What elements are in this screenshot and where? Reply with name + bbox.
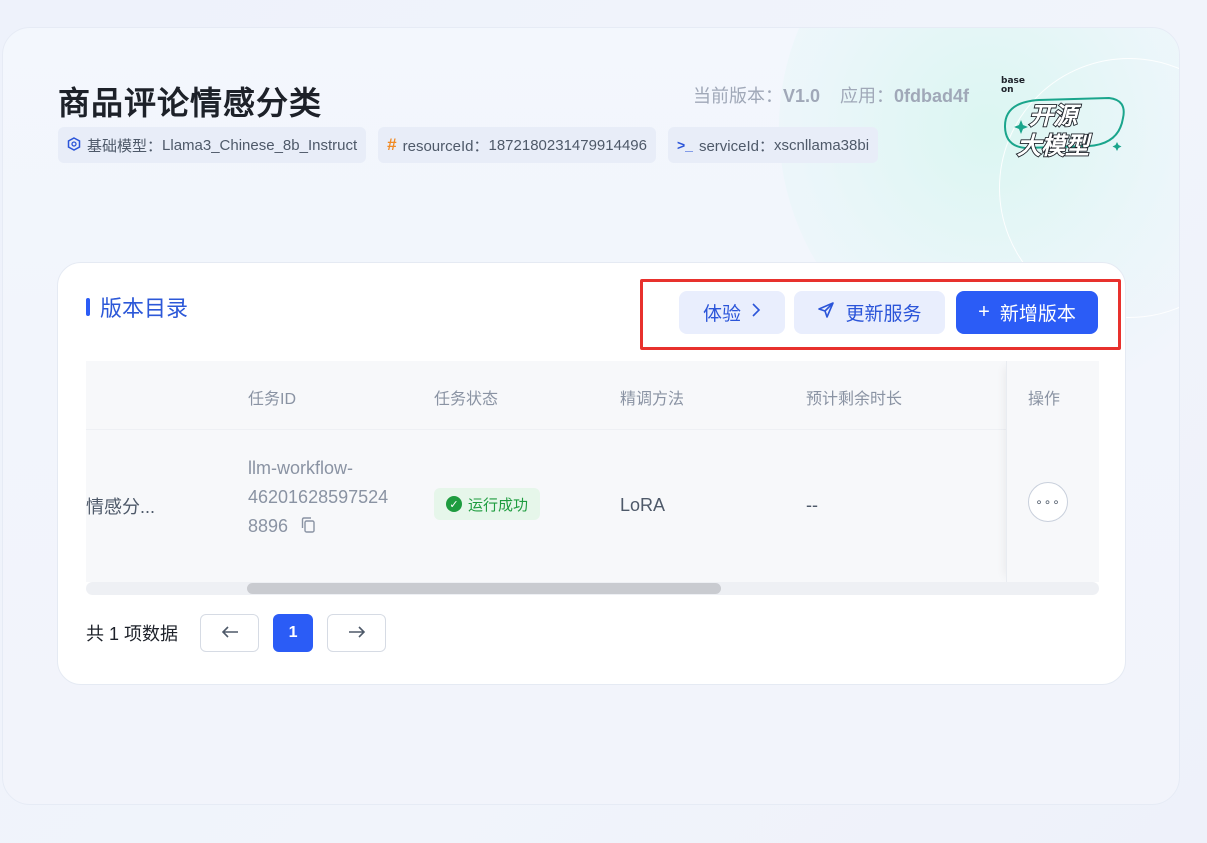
- service-id-tag: >_ serviceId： xscnllama38bi: [668, 127, 879, 163]
- service-id-value: xscnllama38bi: [774, 136, 870, 154]
- svg-text:开源: 开源: [1029, 102, 1082, 130]
- svg-text:大模型: 大模型: [1017, 132, 1092, 160]
- table-header: 任务ID 任务状态 精调方法 预计剩余时长: [86, 361, 1099, 430]
- column-operations: 操作: [1028, 391, 1061, 408]
- page-1-button[interactable]: 1: [273, 614, 314, 652]
- arrow-left-icon: [221, 622, 239, 645]
- send-icon: [817, 301, 835, 325]
- column-method: 精调方法: [620, 391, 685, 408]
- horizontal-scrollbar[interactable]: [86, 582, 1099, 595]
- arrow-right-icon: [348, 622, 366, 645]
- row-name: 情感分...: [86, 497, 156, 517]
- resource-id-tag: # resourceId： 1872180231479914496: [378, 127, 656, 163]
- app-id: 应用：0fdbad4f: [840, 86, 970, 106]
- total-count: 共 1 项数据: [86, 624, 179, 644]
- chevron-right-icon: [751, 303, 761, 322]
- next-page-button[interactable]: [327, 614, 387, 652]
- add-version-button[interactable]: + 新增版本: [956, 291, 1098, 334]
- current-version: 当前版本：V1.0: [693, 86, 821, 106]
- operations-column: 操作 ∘∘∘: [1006, 361, 1099, 582]
- base-model-label: 基础模型：: [87, 137, 163, 155]
- version-directory-card: 版本目录 体验 更新服务 + 新增版本 任务ID 任务状态 精调方法 预计剩余时…: [57, 262, 1126, 685]
- section-title-bar: [86, 298, 90, 316]
- page-title: 商品评论情感分类: [58, 84, 323, 122]
- model-icon: [67, 136, 81, 154]
- svg-text:on: on: [1001, 85, 1014, 95]
- meta-tags: 基础模型： Llama3_Chinese_8b_Instruct # resou…: [58, 127, 879, 163]
- row-remaining: --: [806, 495, 818, 515]
- experience-button[interactable]: 体验: [679, 291, 785, 334]
- check-circle-icon: ✓: [446, 496, 462, 512]
- base-model-tag: 基础模型： Llama3_Chinese_8b_Instruct: [58, 127, 367, 163]
- update-service-button[interactable]: 更新服务: [794, 291, 945, 334]
- version-table: 任务ID 任务状态 精调方法 预计剩余时长 情感分... llm-workflo…: [86, 361, 1099, 593]
- resource-id-value: 1872180231479914496: [488, 136, 647, 154]
- open-source-llm-logo: base on 开源 大模型: [999, 74, 1131, 166]
- hash-icon: #: [387, 135, 397, 154]
- plus-icon: +: [978, 301, 990, 323]
- more-actions-button[interactable]: ∘∘∘: [1028, 482, 1068, 522]
- scrollbar-thumb[interactable]: [247, 583, 721, 594]
- copy-icon[interactable]: [301, 513, 315, 542]
- service-id-label: serviceId：: [698, 137, 774, 155]
- more-icon: ∘∘∘: [1035, 495, 1061, 509]
- base-model-value: Llama3_Chinese_8b_Instruct: [162, 136, 358, 154]
- table-row[interactable]: 情感分... llm-workflow- 46201628597524 8896…: [86, 430, 1099, 582]
- row-method: LoRA: [620, 495, 666, 515]
- column-remaining: 预计剩余时长: [806, 391, 903, 408]
- main-card: 商品评论情感分类 基础模型： Llama3_Chinese_8b_Instruc…: [2, 27, 1180, 805]
- row-task-id: llm-workflow- 46201628597524 8896: [248, 454, 388, 542]
- status-badge: ✓ 运行成功: [434, 488, 541, 520]
- terminal-icon: >_: [677, 137, 693, 153]
- resource-id-label: resourceId：: [402, 137, 489, 155]
- pagination: 共 1 项数据 1: [86, 614, 387, 652]
- prev-page-button[interactable]: [200, 614, 260, 652]
- column-task-id: 任务ID: [248, 391, 297, 408]
- version-info: 当前版本：V1.0 应用：0fdbad4f: [693, 82, 969, 108]
- column-task-status: 任务状态: [434, 391, 499, 408]
- section-title: 版本目录: [86, 291, 188, 323]
